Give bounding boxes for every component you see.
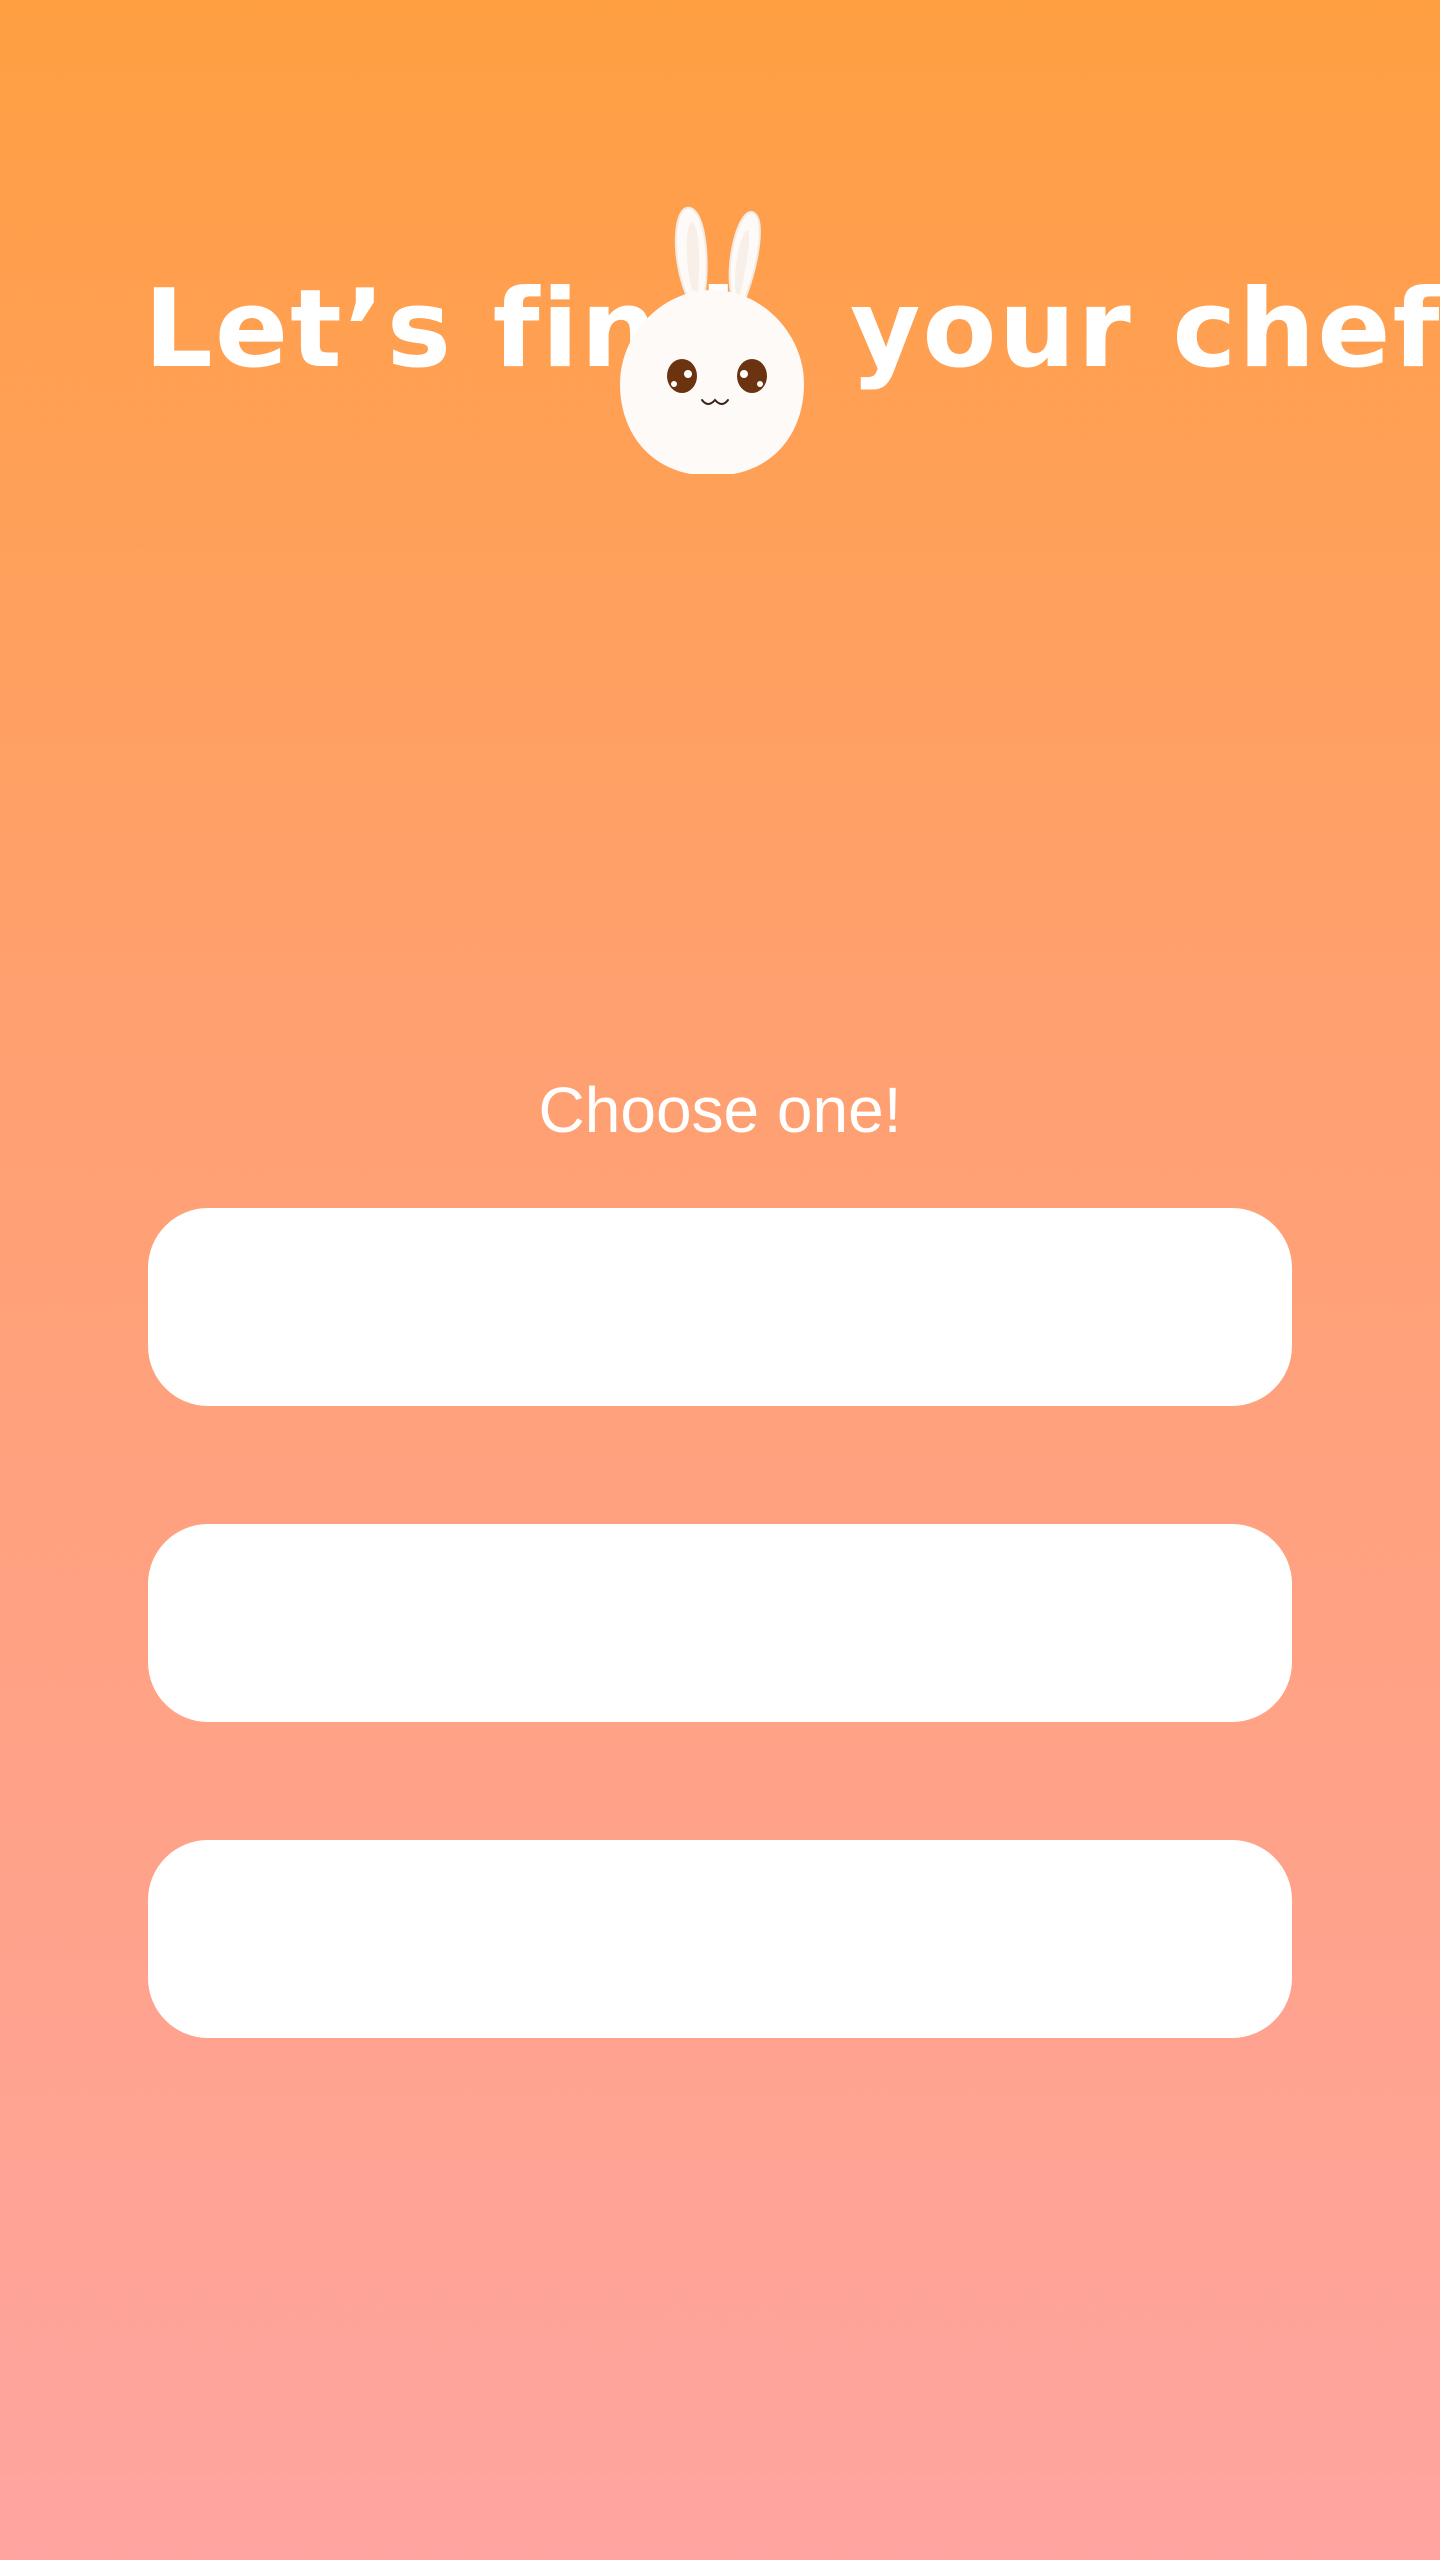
option-button-3[interactable] bbox=[148, 1840, 1292, 2038]
title-right: your chef! bbox=[850, 267, 1440, 392]
screen: Let’s find your chef! Choose one! bbox=[0, 0, 1440, 2560]
choose-prompt: Choose one! bbox=[538, 1074, 902, 1146]
bunny-face-icon bbox=[620, 206, 804, 474]
header: Let’s find your chef! bbox=[0, 180, 1440, 480]
option-button-2[interactable] bbox=[148, 1524, 1292, 1722]
option-button-1[interactable] bbox=[148, 1208, 1292, 1406]
